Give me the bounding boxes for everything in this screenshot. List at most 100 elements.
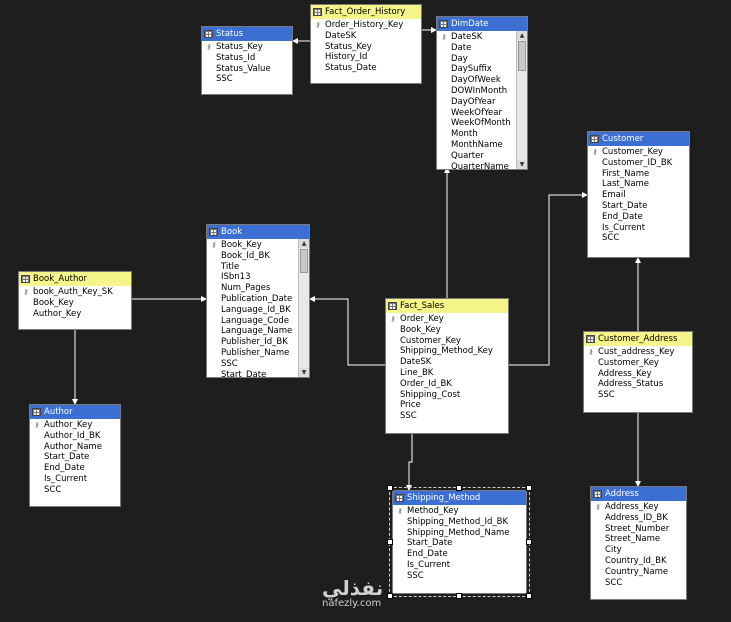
column-row[interactable]: Shipping_Method_Key: [386, 346, 508, 357]
column-row[interactable]: DOWInMonth: [437, 86, 527, 97]
vertical-scrollbar[interactable]: ▲ ▼: [298, 239, 309, 377]
table-header-book-author[interactable]: Book_Author: [19, 272, 131, 286]
column-row[interactable]: Customer_Key: [584, 358, 692, 369]
column-row[interactable]: SSC: [207, 359, 309, 370]
column-row[interactable]: DaySuffix: [437, 64, 527, 75]
column-row[interactable]: Country_Name: [591, 567, 686, 578]
column-row[interactable]: ⚷ Cust_address_Key: [584, 347, 692, 358]
column-row[interactable]: Start_Date: [30, 452, 120, 463]
column-row[interactable]: SSC: [386, 411, 508, 422]
column-row[interactable]: Street_Number: [591, 524, 686, 535]
column-row[interactable]: Street_Name: [591, 534, 686, 545]
table-header-dimdate[interactable]: DimDate: [437, 17, 527, 31]
table-header-author[interactable]: Author: [30, 405, 120, 419]
table-author[interactable]: Author ⚷ Author_Key Author_Id_BK Author_Nam…: [29, 404, 121, 507]
column-row[interactable]: End_Date: [30, 463, 120, 474]
column-row[interactable]: Status_Id: [202, 53, 292, 64]
scroll-up-icon[interactable]: ▲: [299, 239, 309, 248]
column-row[interactable]: Title: [207, 262, 309, 273]
table-customer[interactable]: Customer ⚷ Customer_Key Customer_ID_BK Firs…: [587, 131, 690, 258]
table-customer-address[interactable]: Customer_Address ⚷ Cust_address_Key Custom…: [583, 331, 693, 413]
column-row[interactable]: City: [591, 545, 686, 556]
column-row[interactable]: SCC: [30, 485, 120, 496]
column-row[interactable]: Author_Key: [19, 309, 131, 320]
column-row[interactable]: Address_Key: [584, 369, 692, 380]
column-row[interactable]: SSC: [584, 390, 692, 401]
column-row[interactable]: Last_Name: [588, 179, 689, 190]
column-row[interactable]: Start_Date: [207, 370, 309, 377]
column-row[interactable]: ⚷ Book_Key: [207, 240, 309, 251]
column-row[interactable]: Book_Id_BK: [207, 251, 309, 262]
column-row[interactable]: Month: [437, 129, 527, 140]
table-header-address[interactable]: Address: [591, 487, 686, 501]
column-row[interactable]: Publisher_Id_BK: [207, 337, 309, 348]
column-row[interactable]: ⚷ Author_Key: [30, 420, 120, 431]
resize-handle-w[interactable]: [387, 539, 393, 545]
column-row[interactable]: Price: [386, 400, 508, 411]
column-row[interactable]: ⚷ Order_History_Key: [311, 20, 421, 31]
scroll-down-icon[interactable]: ▼: [299, 368, 309, 377]
resize-handle-se[interactable]: [526, 593, 532, 599]
column-row[interactable]: SSC: [393, 571, 526, 582]
column-row[interactable]: WeekOfYear: [437, 108, 527, 119]
table-book-author[interactable]: Book_Author ⚷ book_Auth_Key_SK Book_Key Aut…: [18, 271, 132, 330]
column-row[interactable]: Is_Current: [30, 474, 120, 485]
column-row[interactable]: Is_Current: [588, 223, 689, 234]
table-header-status[interactable]: Status: [202, 27, 292, 41]
column-row[interactable]: First_Name: [588, 169, 689, 180]
column-row[interactable]: DayOfWeek: [437, 75, 527, 86]
column-row[interactable]: ⚷ Address_Key: [591, 502, 686, 513]
table-header-book[interactable]: Book: [207, 225, 309, 239]
table-header-fact-order-history[interactable]: Fact_Order_History: [311, 5, 421, 19]
resize-handle-s[interactable]: [456, 593, 462, 599]
column-row[interactable]: DateSK: [311, 31, 421, 42]
column-row[interactable]: Line_BK: [386, 368, 508, 379]
column-row[interactable]: Language_Code: [207, 316, 309, 327]
column-row[interactable]: SSC: [202, 74, 292, 85]
table-address[interactable]: Address ⚷ Address_Key Address_ID_BK Street_…: [590, 486, 687, 600]
scroll-down-icon[interactable]: ▼: [517, 160, 527, 169]
scroll-up-icon[interactable]: ▲: [517, 31, 527, 40]
scroll-thumb[interactable]: [300, 249, 308, 273]
resize-handle-nw[interactable]: [387, 485, 393, 491]
column-row[interactable]: DateSK: [386, 357, 508, 368]
table-book[interactable]: Book ⚷ Book_Key Book_Id_BK Title ISbn13 Num_P…: [206, 224, 310, 378]
column-row[interactable]: ⚷ Method_Key: [393, 506, 526, 517]
column-row[interactable]: Status_Value: [202, 64, 292, 75]
table-header-shipping-method[interactable]: Shipping_Method: [393, 491, 526, 505]
column-row[interactable]: Language_Name: [207, 326, 309, 337]
table-fact-sales[interactable]: Fact_Sales ⚷ Order_Key Book_Key Customer_Ke…: [385, 298, 509, 434]
column-row[interactable]: SCC: [588, 233, 689, 244]
column-row[interactable]: Day: [437, 54, 527, 65]
column-row[interactable]: ⚷ book_Auth_Key_SK: [19, 287, 131, 298]
column-row[interactable]: ⚷ Customer_Key: [588, 147, 689, 158]
column-row[interactable]: Shipping_Cost: [386, 390, 508, 401]
column-row[interactable]: Num_Pages: [207, 283, 309, 294]
table-status[interactable]: Status ⚷ Status_Key Status_Id Status_Value S…: [201, 26, 293, 95]
column-row[interactable]: Author_Id_BK: [30, 431, 120, 442]
resize-handle-sw[interactable]: [387, 593, 393, 599]
column-row[interactable]: Author_Name: [30, 442, 120, 453]
column-row[interactable]: Is_Current: [393, 560, 526, 571]
vertical-scrollbar[interactable]: ▲ ▼: [516, 31, 527, 169]
column-row[interactable]: History_Id: [311, 52, 421, 63]
table-dimdate[interactable]: DimDate ⚷ DateSK Date Day DaySuffix DayOfWeek…: [436, 16, 528, 170]
column-row[interactable]: End_Date: [588, 212, 689, 223]
table-fact-order-history[interactable]: Fact_Order_History ⚷ Order_History_Key Dat…: [310, 4, 422, 84]
column-row[interactable]: Email: [588, 190, 689, 201]
column-row[interactable]: Start_Date: [588, 201, 689, 212]
table-header-fact-sales[interactable]: Fact_Sales: [386, 299, 508, 313]
scroll-thumb[interactable]: [518, 41, 526, 71]
table-header-customer-address[interactable]: Customer_Address: [584, 332, 692, 346]
column-row[interactable]: Status_Date: [311, 63, 421, 74]
column-row[interactable]: DayOfYear: [437, 97, 527, 108]
column-row[interactable]: QuarterName: [437, 162, 527, 169]
column-row[interactable]: Address_ID_BK: [591, 513, 686, 524]
column-row[interactable]: End_Date: [393, 549, 526, 560]
column-row[interactable]: Customer_ID_BK: [588, 158, 689, 169]
column-row[interactable]: Language_Id_BK: [207, 305, 309, 316]
column-row[interactable]: Date: [437, 43, 527, 54]
column-row[interactable]: Country_Id_BK: [591, 556, 686, 567]
resize-handle-n[interactable]: [456, 485, 462, 491]
resize-handle-e[interactable]: [526, 539, 532, 545]
